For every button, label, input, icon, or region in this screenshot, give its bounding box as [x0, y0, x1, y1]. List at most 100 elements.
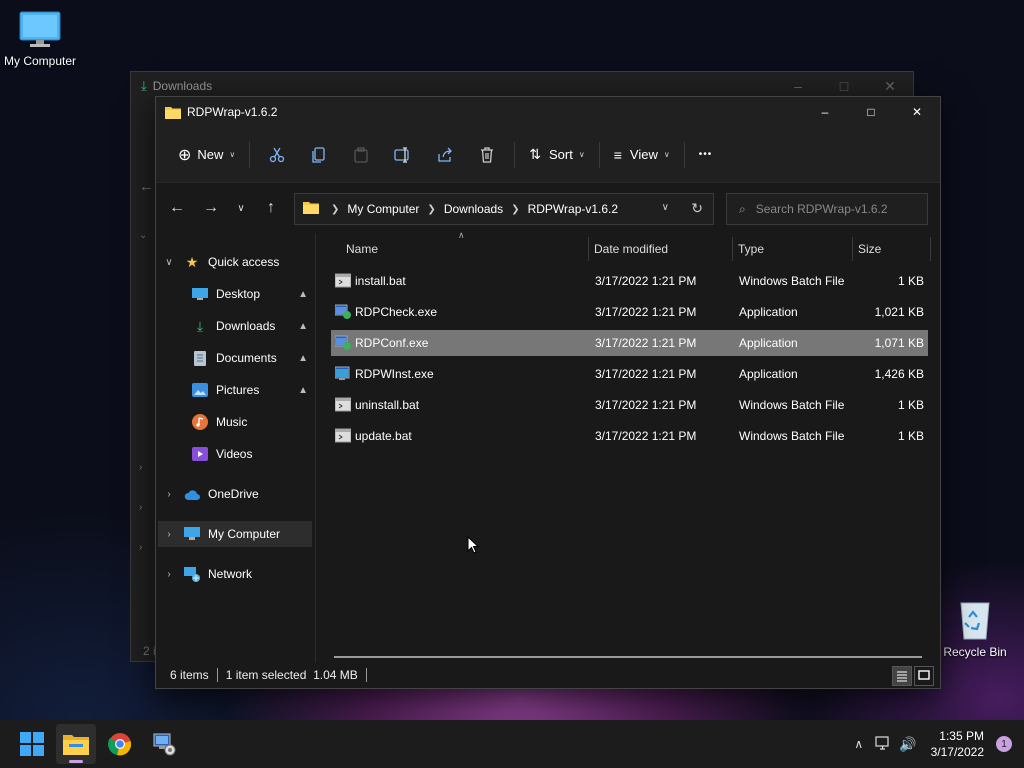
folder-icon [165, 106, 181, 119]
column-header-type[interactable]: Type [738, 233, 848, 265]
sidebar-item-pictures[interactable]: Pictures ▲ [192, 377, 312, 403]
windows-logo-icon [20, 732, 44, 756]
view-list-icon: ≡ [613, 146, 622, 163]
sidebar-item-quick-access[interactable]: ∨ ★ Quick access [162, 249, 312, 275]
volume-icon[interactable]: 🔊 [899, 736, 916, 753]
file-row[interactable]: RDPCheck.exe 3/17/2022 1:21 PM Applicati… [331, 299, 928, 325]
cloud-icon [184, 486, 200, 502]
file-row[interactable]: update.bat 3/17/2022 1:21 PM Windows Bat… [331, 423, 928, 449]
show-hidden-icons-button[interactable]: ∧ [854, 737, 863, 751]
breadcrumb-rdpwrap[interactable]: RDPWrap-v1.6.2 [528, 202, 618, 216]
search-box[interactable]: ⌕ Search RDPWrap-v1.6.2 [726, 193, 928, 225]
sidebar-item-music[interactable]: Music [192, 409, 312, 435]
remote-desktop-icon [153, 733, 176, 756]
sidebar-item-onedrive[interactable]: › OneDrive [162, 481, 312, 507]
breadcrumb-downloads[interactable]: Downloads [444, 202, 503, 216]
file-row[interactable]: RDPWInst.exe 3/17/2022 1:21 PM Applicati… [331, 361, 928, 387]
desktop-icon-my-computer[interactable]: My Computer [0, 10, 80, 68]
maximize-button[interactable]: □ [848, 97, 894, 127]
desktop-icon-recycle-bin[interactable]: Recycle Bin [935, 597, 1015, 659]
breadcrumb-separator: ❯ [511, 203, 520, 215]
paste-button[interactable] [346, 137, 376, 173]
new-button[interactable]: ⊕ New ∨ [170, 137, 243, 173]
status-bar: 6 items 1 item selected 1.04 MB [156, 662, 940, 688]
refresh-button[interactable]: ↻ [691, 200, 703, 217]
recent-locations-button[interactable]: ∨ [228, 193, 254, 223]
taskbar-chrome[interactable] [100, 724, 140, 764]
pane-divider[interactable] [315, 233, 316, 663]
share-button[interactable] [430, 137, 460, 173]
search-input[interactable]: Search RDPWrap-v1.6.2 [756, 202, 888, 216]
sidebar-item-my-computer[interactable]: › My Computer [158, 521, 312, 547]
sidebar-item-documents[interactable]: Documents ▲ [192, 345, 312, 371]
back-window-sidebar: ← ⌄ › › › 2 i [131, 100, 157, 660]
pin-icon: ▲ [298, 288, 308, 300]
sidebar-item-downloads[interactable]: ⤓ Downloads ▲ [192, 313, 312, 339]
tiles-view-button[interactable] [914, 666, 934, 686]
system-tray: ∧ 🔊 1:35 PM 3/17/2022 1 [854, 720, 1024, 768]
column-divider[interactable] [732, 237, 733, 261]
view-button[interactable]: ≡ View ∨ [606, 137, 678, 173]
sidebar-item-label: Documents [216, 351, 277, 365]
address-dropdown-button[interactable]: ∨ [662, 202, 669, 213]
column-divider[interactable] [930, 237, 931, 261]
file-explorer-window[interactable]: RDPWrap-v1.6.2 – □ ✕ ⊕ New ∨ ⇅ Sort ∨ ≡ … [155, 96, 941, 689]
file-date: 3/17/2022 1:21 PM [595, 429, 697, 443]
status-divider [365, 668, 367, 682]
file-row-selected[interactable]: RDPConf.exe 3/17/2022 1:21 PM Applicatio… [331, 330, 928, 356]
notification-badge[interactable]: 1 [996, 736, 1012, 752]
pin-icon: ▲ [298, 384, 308, 396]
column-header-label: Size [858, 242, 882, 256]
sidebar-item-desktop[interactable]: Desktop ▲ [192, 281, 312, 307]
download-icon: ⤓ [196, 317, 204, 334]
sidebar-item-videos[interactable]: Videos [192, 441, 312, 467]
details-view-button[interactable] [892, 666, 912, 686]
new-label: New [197, 147, 224, 162]
taskbar-file-explorer[interactable] [56, 724, 96, 764]
file-name: RDPCheck.exe [355, 305, 438, 319]
file-row[interactable]: install.bat 3/17/2022 1:21 PM Windows Ba… [331, 268, 928, 294]
column-header-date[interactable]: Date modified [594, 233, 729, 265]
sidebar-item-network[interactable]: › Network [162, 561, 312, 587]
chevron-right-icon[interactable]: › [162, 569, 176, 580]
back-button[interactable]: ← [160, 193, 194, 223]
more-options-button[interactable]: ••• [691, 137, 721, 173]
details-view-icon [897, 671, 907, 682]
horizontal-scrollbar[interactable] [334, 656, 922, 658]
chevron-down-icon: ∨ [229, 150, 236, 159]
sidebar-item-label: Music [216, 415, 248, 429]
file-row[interactable]: uninstall.bat 3/17/2022 1:21 PM Windows … [331, 392, 928, 418]
network-status-icon[interactable] [875, 735, 891, 753]
share-icon [438, 147, 453, 162]
delete-button[interactable] [472, 137, 502, 173]
copy-button[interactable] [304, 137, 334, 173]
sort-button[interactable]: ⇅ Sort ∨ [521, 137, 592, 173]
breadcrumb-my-computer[interactable]: My Computer [347, 202, 419, 216]
address-bar[interactable]: ❯ My Computer ❯ Downloads ❯ RDPWrap-v1.6… [294, 193, 714, 225]
application-icon [334, 304, 351, 319]
start-button[interactable] [12, 724, 52, 764]
sidebar-item-label: OneDrive [208, 487, 259, 501]
sidebar-item-label: Pictures [216, 383, 260, 397]
chevron-right-icon[interactable]: › [162, 489, 176, 500]
minimize-button[interactable]: – [802, 97, 848, 127]
clock[interactable]: 1:35 PM 3/17/2022 [931, 728, 984, 760]
file-name: uninstall.bat [355, 398, 420, 412]
up-button[interactable]: ↑ [254, 193, 288, 223]
cut-button[interactable] [262, 137, 292, 173]
chevron-right-icon: › [139, 542, 143, 553]
column-header-name[interactable]: Name [346, 233, 586, 265]
copy-icon [312, 146, 325, 163]
forward-button[interactable]: → [194, 193, 228, 223]
column-divider[interactable] [588, 237, 589, 261]
chevron-down-icon[interactable]: ∨ [162, 257, 176, 268]
column-header-size[interactable]: Size [858, 233, 928, 265]
column-divider[interactable] [852, 237, 853, 261]
taskbar-remote-desktop[interactable] [144, 724, 184, 764]
toolbar-divider [514, 141, 516, 168]
sidebar-item-label: Desktop [216, 287, 261, 301]
sidebar-item-label: Downloads [216, 319, 276, 333]
rename-button[interactable] [388, 137, 418, 173]
chevron-right-icon[interactable]: › [162, 529, 176, 540]
close-button[interactable]: ✕ [894, 97, 940, 127]
